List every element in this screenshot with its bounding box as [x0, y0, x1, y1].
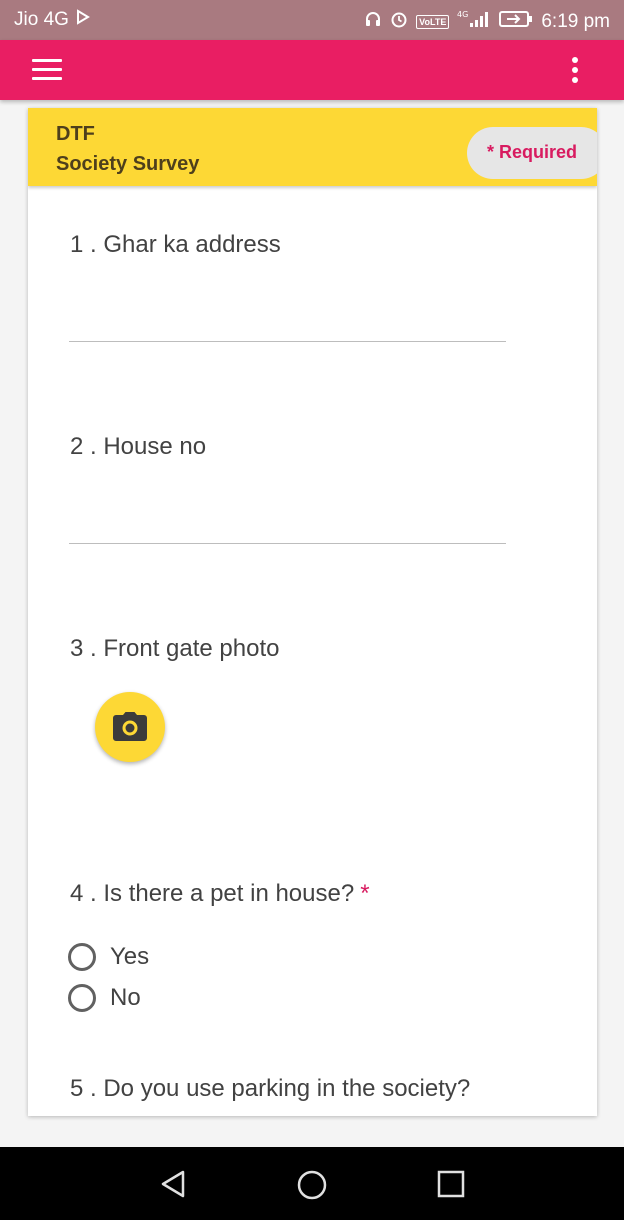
radio-circle-icon	[68, 984, 96, 1012]
address-input[interactable]	[69, 301, 506, 339]
headset-icon	[364, 10, 382, 34]
camera-icon	[113, 712, 147, 741]
radio-label-no: No	[110, 984, 141, 1011]
form-org-label: DTF	[56, 123, 95, 145]
question-1-label: 1 . Ghar ka address	[70, 231, 281, 258]
app-bar	[0, 40, 624, 100]
alarm-icon	[390, 10, 408, 34]
radio-option-no[interactable]: No	[68, 984, 141, 1012]
carrier-label: Jio 4G	[14, 9, 69, 30]
network-type-label: 4G	[457, 10, 468, 19]
form-title: Society Survey	[56, 153, 200, 175]
required-star: *	[360, 880, 370, 907]
signal-icon: 4G	[457, 9, 491, 35]
question-5-label: 5 . Do you use parking in the society?	[70, 1075, 471, 1102]
battery-charging-icon	[499, 10, 533, 34]
recents-square-icon[interactable]	[436, 1169, 466, 1204]
camera-button[interactable]	[95, 692, 165, 762]
more-vertical-icon[interactable]	[568, 55, 582, 85]
volte-icon: VoLTE	[416, 15, 450, 29]
house-no-input-underline	[69, 543, 506, 544]
question-2-label: 2 . House no	[70, 433, 207, 460]
house-no-input[interactable]	[69, 503, 506, 541]
survey-form-card: DTF Society Survey * Required 1 . Ghar k…	[28, 108, 597, 1116]
play-store-notification-icon	[75, 9, 91, 31]
required-badge: * Required	[467, 127, 597, 179]
address-input-underline	[69, 341, 506, 342]
status-bar: Jio 4G VoLTE 4G 6:19 pm	[0, 0, 624, 40]
back-triangle-icon[interactable]	[158, 1169, 188, 1204]
hamburger-menu-icon[interactable]	[30, 57, 66, 83]
question-3-label: 3 . Front gate photo	[70, 635, 280, 662]
radio-label-yes: Yes	[110, 943, 150, 970]
form-header: DTF Society Survey * Required	[28, 108, 597, 186]
question-4-label: 4 . Is there a pet in house? *	[70, 880, 370, 908]
radio-circle-icon	[68, 943, 96, 971]
home-circle-icon[interactable]	[296, 1169, 328, 1206]
system-nav-bar	[0, 1147, 624, 1220]
clock-label: 6:19 pm	[541, 11, 610, 32]
radio-option-yes[interactable]: Yes	[68, 943, 149, 971]
question-4-text: 4 . Is there a pet in house?	[70, 880, 355, 907]
